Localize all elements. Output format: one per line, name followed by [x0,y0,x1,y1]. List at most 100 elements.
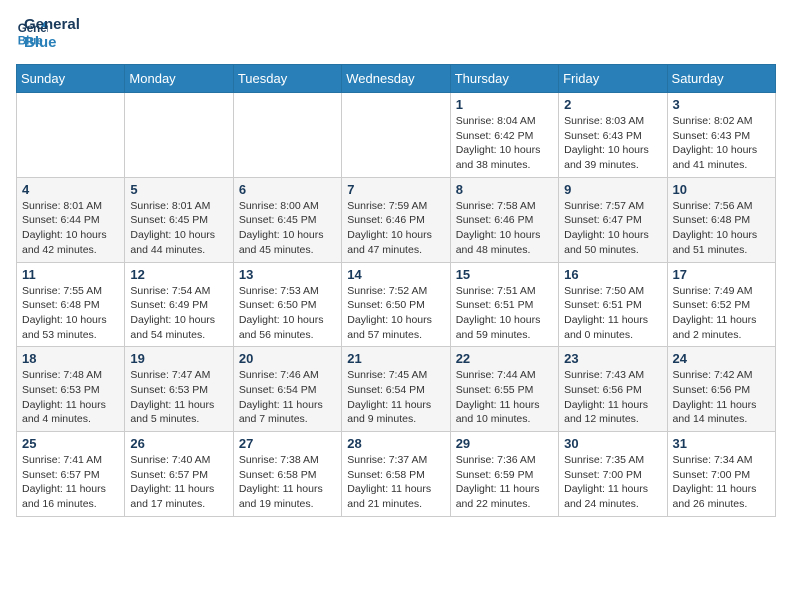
day-number: 30 [564,436,661,451]
day-number: 14 [347,267,444,282]
day-info: Sunrise: 7:53 AMSunset: 6:50 PMDaylight:… [239,284,336,343]
calendar-cell: 18 Sunrise: 7:48 AMSunset: 6:53 PMDayligh… [17,347,125,432]
calendar-cell: 28 Sunrise: 7:37 AMSunset: 6:58 PMDayligh… [342,432,450,517]
day-number: 16 [564,267,661,282]
day-number: 7 [347,182,444,197]
day-number: 31 [673,436,770,451]
calendar-cell: 24 Sunrise: 7:42 AMSunset: 6:56 PMDayligh… [667,347,775,432]
calendar-cell: 11 Sunrise: 7:55 AMSunset: 6:48 PMDayligh… [17,262,125,347]
day-number: 15 [456,267,553,282]
day-number: 11 [22,267,119,282]
day-info: Sunrise: 8:04 AMSunset: 6:42 PMDaylight:… [456,114,553,173]
day-info: Sunrise: 8:00 AMSunset: 6:45 PMDaylight:… [239,199,336,258]
day-info: Sunrise: 7:43 AMSunset: 6:56 PMDaylight:… [564,368,661,427]
day-info: Sunrise: 8:01 AMSunset: 6:45 PMDaylight:… [130,199,227,258]
calendar-cell: 14 Sunrise: 7:52 AMSunset: 6:50 PMDayligh… [342,262,450,347]
calendar-cell: 30 Sunrise: 7:35 AMSunset: 7:00 PMDayligh… [559,432,667,517]
calendar-cell: 2Sunrise: 8:03 AMSunset: 6:43 PMDaylight… [559,93,667,178]
calendar-week-3: 11 Sunrise: 7:55 AMSunset: 6:48 PMDayligh… [17,262,776,347]
calendar-week-4: 18 Sunrise: 7:48 AMSunset: 6:53 PMDayligh… [17,347,776,432]
day-number: 13 [239,267,336,282]
calendar-cell: 3 Sunrise: 8:02 AMSunset: 6:43 PMDaylight… [667,93,775,178]
day-number: 17 [673,267,770,282]
page-header: General Blue General Blue [16,16,776,52]
calendar-cell: 4 Sunrise: 8:01 AMSunset: 6:44 PMDaylight… [17,177,125,262]
day-info: Sunrise: 7:54 AMSunset: 6:49 PMDaylight:… [130,284,227,343]
day-of-week-tuesday: Tuesday [233,65,341,93]
day-info: Sunrise: 7:35 AMSunset: 7:00 PMDaylight:… [564,453,661,512]
day-number: 27 [239,436,336,451]
logo-general: General [24,16,80,34]
calendar-cell: 19 Sunrise: 7:47 AMSunset: 6:53 PMDayligh… [125,347,233,432]
calendar-table: SundayMondayTuesdayWednesdayThursdayFrid… [16,64,776,517]
day-number: 9 [564,182,661,197]
day-number: 28 [347,436,444,451]
calendar-cell: 31 Sunrise: 7:34 AMSunset: 7:00 PMDayligh… [667,432,775,517]
calendar-cell: 25 Sunrise: 7:41 AMSunset: 6:57 PMDayligh… [17,432,125,517]
day-number: 24 [673,351,770,366]
day-number: 2 [564,97,661,112]
calendar-cell: 1 Sunrise: 8:04 AMSunset: 6:42 PMDaylight… [450,93,558,178]
day-info: Sunrise: 7:42 AMSunset: 6:56 PMDaylight:… [673,368,770,427]
logo: General Blue General Blue [16,16,80,52]
day-info: Sunrise: 8:02 AMSunset: 6:43 PMDaylight:… [673,114,770,173]
day-number: 19 [130,351,227,366]
day-info: Sunrise: 7:58 AMSunset: 6:46 PMDaylight:… [456,199,553,258]
day-info: Sunrise: 7:49 AMSunset: 6:52 PMDaylight:… [673,284,770,343]
calendar-cell: 5 Sunrise: 8:01 AMSunset: 6:45 PMDaylight… [125,177,233,262]
day-info: Sunrise: 7:56 AMSunset: 6:48 PMDaylight:… [673,199,770,258]
calendar-cell: 22 Sunrise: 7:44 AMSunset: 6:55 PMDayligh… [450,347,558,432]
logo-blue: Blue [24,34,80,52]
day-info: Sunrise: 7:55 AMSunset: 6:48 PMDaylight:… [22,284,119,343]
day-number: 18 [22,351,119,366]
day-info: Sunrise: 7:34 AMSunset: 7:00 PMDaylight:… [673,453,770,512]
day-number: 25 [22,436,119,451]
calendar-cell: 29 Sunrise: 7:36 AMSunset: 6:59 PMDayligh… [450,432,558,517]
day-info: Sunrise: 7:57 AMSunset: 6:47 PMDaylight:… [564,199,661,258]
day-info: Sunrise: 7:51 AMSunset: 6:51 PMDaylight:… [456,284,553,343]
calendar-cell: 8 Sunrise: 7:58 AMSunset: 6:46 PMDaylight… [450,177,558,262]
day-of-week-friday: Friday [559,65,667,93]
day-number: 20 [239,351,336,366]
day-of-week-thursday: Thursday [450,65,558,93]
calendar-week-5: 25 Sunrise: 7:41 AMSunset: 6:57 PMDayligh… [17,432,776,517]
day-of-week-wednesday: Wednesday [342,65,450,93]
day-of-week-monday: Monday [125,65,233,93]
day-number: 8 [456,182,553,197]
calendar-week-2: 4 Sunrise: 8:01 AMSunset: 6:44 PMDaylight… [17,177,776,262]
calendar-cell: 26Sunrise: 7:40 AMSunset: 6:57 PMDayligh… [125,432,233,517]
calendar-cell: 9 Sunrise: 7:57 AMSunset: 6:47 PMDaylight… [559,177,667,262]
day-info: Sunrise: 7:41 AMSunset: 6:57 PMDaylight:… [22,453,119,512]
calendar-cell: 16Sunrise: 7:50 AMSunset: 6:51 PMDayligh… [559,262,667,347]
day-info: Sunrise: 7:40 AMSunset: 6:57 PMDaylight:… [130,453,227,512]
day-number: 12 [130,267,227,282]
calendar-cell: 21Sunrise: 7:45 AMSunset: 6:54 PMDayligh… [342,347,450,432]
calendar-cell: 15 Sunrise: 7:51 AMSunset: 6:51 PMDayligh… [450,262,558,347]
calendar-cell: 23Sunrise: 7:43 AMSunset: 6:56 PMDayligh… [559,347,667,432]
day-info: Sunrise: 7:48 AMSunset: 6:53 PMDaylight:… [22,368,119,427]
day-info: Sunrise: 7:38 AMSunset: 6:58 PMDaylight:… [239,453,336,512]
day-info: Sunrise: 7:37 AMSunset: 6:58 PMDaylight:… [347,453,444,512]
day-number: 22 [456,351,553,366]
day-info: Sunrise: 7:44 AMSunset: 6:55 PMDaylight:… [456,368,553,427]
day-number: 5 [130,182,227,197]
day-number: 21 [347,351,444,366]
calendar-cell [125,93,233,178]
day-number: 4 [22,182,119,197]
calendar-cell [342,93,450,178]
day-number: 3 [673,97,770,112]
calendar-cell [233,93,341,178]
day-info: Sunrise: 7:46 AMSunset: 6:54 PMDaylight:… [239,368,336,427]
day-info: Sunrise: 7:36 AMSunset: 6:59 PMDaylight:… [456,453,553,512]
day-info: Sunrise: 7:47 AMSunset: 6:53 PMDaylight:… [130,368,227,427]
day-info: Sunrise: 7:52 AMSunset: 6:50 PMDaylight:… [347,284,444,343]
calendar-cell: 27 Sunrise: 7:38 AMSunset: 6:58 PMDayligh… [233,432,341,517]
calendar-cell: 20 Sunrise: 7:46 AMSunset: 6:54 PMDayligh… [233,347,341,432]
calendar-header-row: SundayMondayTuesdayWednesdayThursdayFrid… [17,65,776,93]
day-number: 29 [456,436,553,451]
day-info: Sunrise: 7:59 AMSunset: 6:46 PMDaylight:… [347,199,444,258]
day-number: 1 [456,97,553,112]
day-info: Sunrise: 8:01 AMSunset: 6:44 PMDaylight:… [22,199,119,258]
day-number: 6 [239,182,336,197]
day-of-week-saturday: Saturday [667,65,775,93]
